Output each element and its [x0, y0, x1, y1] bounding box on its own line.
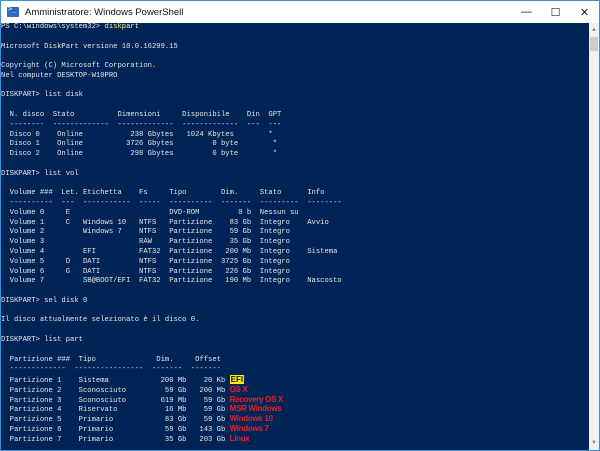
console-line: Partizione 6 Primario 59 Gb 143 Gb Windo… — [1, 424, 589, 434]
console-line-text: Disco 0 Online 238 Gbytes 1024 Kbytes * — [1, 130, 273, 139]
console-line-text: Disco 2 Online 298 Gbytes 0 byte * — [1, 150, 278, 159]
console-line-text: DISKPART> list part — [1, 336, 83, 344]
close-button[interactable]: ✕ — [570, 1, 599, 23]
console-line-text: Volume 1 C Windows 10 NTFS Partizione 83… — [1, 218, 329, 227]
console-line-text: -------- ------------- ------------- ---… — [1, 120, 282, 129]
console-line: Volume 1 C Windows 10 NTFS Partizione 83… — [1, 219, 589, 229]
console-line-text: Volume 2 Windows 7 NTFS Partizione 59 Gb… — [1, 228, 290, 237]
console-line-text: Partizione ### Tipo Dim. Offset — [1, 355, 221, 364]
console-line-text: Il disco attualmente selezionato è il di… — [1, 316, 200, 325]
console-line-text: Partizione 2 Sconosciuto 59 Gb 200 Mb — [1, 386, 230, 395]
console-line: Volume 3 RAW Partizione 35 Gb Integro — [1, 238, 589, 248]
console-output[interactable]: PS C:\windows\system32> diskpart Microsof… — [1, 23, 589, 450]
console-line: Il disco attualmente selezionato è il di… — [1, 316, 589, 326]
console-line-text: Nel computer DESKTOP-W10PRO — [1, 71, 118, 80]
console-line: DISKPART> list vol — [1, 170, 589, 180]
console-line-text: ---------- --- ----------- ----- -------… — [1, 199, 342, 208]
console-line-text: Microsoft DiskPart versione 10.0.16299.1… — [1, 42, 178, 51]
console-line: Disco 1 Online 3726 Gbytes 0 byte * — [1, 140, 589, 150]
scrollbar-thumb[interactable] — [590, 37, 598, 51]
partition-annotation: OS X — [229, 384, 248, 394]
powershell-icon — [7, 5, 19, 17]
partition-annotation: Windows 10 — [229, 414, 273, 424]
console-line: Volume 6 G DATI NTFS Partizione 226 Gb I… — [1, 268, 589, 278]
console-line: Disco 0 Online 238 Gbytes 1024 Kbytes * — [1, 131, 589, 141]
console-line: ---------- --- ----------- ----- -------… — [1, 199, 589, 209]
partition-annotation: Recovery OS X — [229, 394, 284, 404]
minimize-button[interactable]: — — [512, 1, 541, 23]
vertical-scrollbar[interactable]: ▲ ▼ — [589, 23, 599, 450]
console-line-text: ------------- ---------------- ------- -… — [1, 365, 221, 374]
console-line-text: DISKPART> list disk — [1, 91, 83, 100]
console-line: Volume 5 D DATI NTFS Partizione 3725 Gb … — [1, 258, 589, 268]
console-line-text: Volume 3 RAW Partizione 35 Gb Integro — [1, 238, 290, 247]
title-bar[interactable]: Amministratore: Windows PowerShell — ☐ ✕ — [1, 1, 599, 23]
console-line-text: Volume 7 SB@BOOT/EFI FAT32 Partizione 19… — [1, 277, 342, 286]
console-line-text: Partizione 7 Primario 35 Gb 203 Gb — [1, 435, 230, 444]
console-line-text: Volume 0 E DVD-ROM 0 b Nessun su — [1, 208, 299, 217]
partition-annotation: MSR Windows — [229, 404, 282, 414]
console-line: PS C:\windows\system32> diskpart — [1, 23, 589, 33]
console-line: Volume 0 E DVD-ROM 0 b Nessun su — [1, 209, 589, 219]
console-line: Volume ### Let. Etichetta Fs Tipo Dim. S… — [1, 189, 589, 199]
scroll-down-icon[interactable]: ▼ — [589, 438, 599, 448]
console-line: Partizione 3 Sconosciuto 619 Mb 59 Gb Re… — [1, 395, 589, 405]
console-line: Partizione 1 Sistema 200 Mb 20 Kb EFI — [1, 375, 589, 385]
maximize-button[interactable]: ☐ — [541, 1, 570, 23]
window-title: Amministratore: Windows PowerShell — [25, 6, 184, 18]
console-line: -------- ------------- ------------- ---… — [1, 121, 589, 131]
console-line-text: N. disco Stato Dimensioni Disponibile Di… — [1, 111, 282, 120]
console-line: Partizione ### Tipo Dim. Offset — [1, 356, 589, 366]
console-line-text: PS C:\windows\system32> — [1, 23, 105, 31]
console-line: Partizione 7 Primario 35 Gb 203 Gb Linux — [1, 434, 589, 444]
console-line-text: DISKPART> list vol — [1, 169, 79, 178]
partition-annotation: Windows 7 — [229, 424, 269, 434]
console-line-text: Partizione 6 Primario 59 Gb 143 Gb — [1, 426, 230, 435]
console-command: diskpart — [104, 23, 140, 31]
console-line: Partizione 5 Primario 83 Gb 59 Gb Window… — [1, 414, 589, 424]
console-line-text: Copyright (C) Microsoft Corporation. — [1, 62, 157, 71]
scroll-up-icon[interactable]: ▲ — [589, 25, 599, 35]
console-line: N. disco Stato Dimensioni Disponibile Di… — [1, 111, 589, 121]
console-line: Partizione 4 Riservato 16 Mb 59 Gb MSR W… — [1, 404, 589, 414]
console-line: Volume 2 Windows 7 NTFS Partizione 59 Gb… — [1, 228, 589, 238]
console-line-text: Disco 1 Online 3726 Gbytes 0 byte * — [1, 140, 278, 149]
console-line-text: Volume ### Let. Etichetta Fs Tipo Dim. S… — [1, 189, 325, 198]
console-line-text: Partizione 1 Sistema 200 Mb 20 Kb — [1, 377, 230, 386]
powershell-window: Amministratore: Windows PowerShell — ☐ ✕… — [0, 0, 600, 451]
console-line: Nel computer DESKTOP-W10PRO — [1, 72, 589, 82]
console-line: Volume 4 EFI FAT32 Partizione 200 Mb Int… — [1, 248, 589, 258]
console-line-text: Volume 6 G DATI NTFS Partizione 226 Gb I… — [1, 267, 290, 276]
console-line-text: DISKPART> sel disk 0 — [1, 296, 88, 305]
console-line: DISKPART> list part — [1, 336, 589, 346]
console-line: Copyright (C) Microsoft Corporation. — [1, 62, 589, 72]
console-line: Partizione 2 Sconosciuto 59 Gb 200 Mb OS… — [1, 385, 589, 395]
console-line: ------------- ---------------- ------- -… — [1, 365, 589, 375]
partition-annotation: Linux — [229, 433, 250, 443]
console-line: Volume 7 SB@BOOT/EFI FAT32 Partizione 19… — [1, 277, 589, 287]
console-line: DISKPART> list disk — [1, 91, 589, 101]
console-line: DISKPART> sel disk 0 — [1, 297, 589, 307]
console-line-text: Volume 5 D DATI NTFS Partizione 3725 Gb … — [1, 257, 290, 266]
console-line: Disco 2 Online 298 Gbytes 0 byte * — [1, 150, 589, 160]
console-line-text: Volume 4 EFI FAT32 Partizione 200 Mb Int… — [1, 247, 338, 256]
console-line: Microsoft DiskPart versione 10.0.16299.1… — [1, 43, 589, 53]
partition-annotation: EFI — [229, 375, 245, 385]
